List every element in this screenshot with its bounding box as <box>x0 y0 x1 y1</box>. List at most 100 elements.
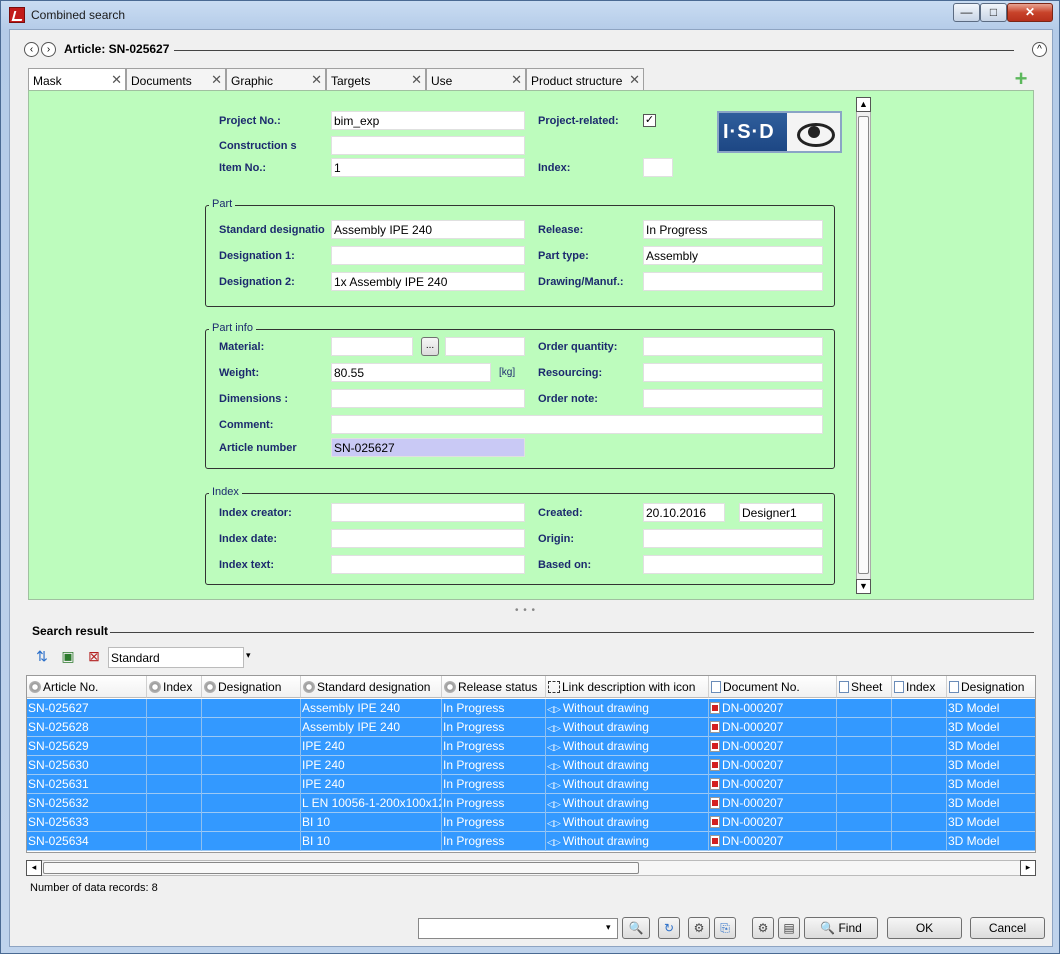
item-no-field[interactable]: 1 <box>331 158 525 177</box>
ok-button[interactable]: OK <box>887 917 962 939</box>
table-row[interactable]: SN-025627 Assembly IPE 240 In Progress ◁▷ Wi… <box>27 699 1035 718</box>
material-browse-button[interactable]: ... <box>421 337 439 356</box>
image-icon[interactable]: ▣ <box>58 647 78 667</box>
tab-graphic[interactable]: Graphic ✕ <box>226 68 326 90</box>
tab-targets[interactable]: Targets ✕ <box>326 68 426 90</box>
find-button[interactable]: 🔍 Find <box>804 917 878 939</box>
splitter-handle[interactable]: • • • <box>515 605 536 616</box>
material2-field[interactable] <box>445 337 525 356</box>
table-cell <box>202 737 301 756</box>
scroll-right-icon[interactable]: ▸ <box>1020 860 1036 876</box>
column-header[interactable]: Article No. <box>27 676 147 698</box>
command-select[interactable] <box>418 918 618 939</box>
created-by-field[interactable]: Designer1 <box>739 503 823 522</box>
column-header[interactable]: Link description with icon <box>546 676 709 698</box>
column-header[interactable]: Designation <box>202 676 301 698</box>
add-tab-icon[interactable]: + <box>1012 68 1030 90</box>
index-date-field[interactable] <box>331 529 525 548</box>
document-icon[interactable]: ▤ <box>778 917 800 939</box>
based-on-field[interactable] <box>643 555 823 574</box>
close-tab-icon[interactable]: ✕ <box>311 72 322 88</box>
drawing-label: Drawing/Manuf.: <box>538 276 624 288</box>
tab-documents[interactable]: Documents ✕ <box>126 68 226 90</box>
column-header[interactable]: Index <box>147 676 202 698</box>
resourcing-field[interactable] <box>643 363 823 382</box>
close-tab-icon[interactable]: ✕ <box>111 72 122 88</box>
close-tab-icon[interactable]: ✕ <box>411 72 422 88</box>
view-select[interactable]: Standard <box>108 647 244 668</box>
table-row[interactable]: SN-025631 IPE 240 In Progress ◁▷ Without dra… <box>27 775 1035 794</box>
tab-product-structure[interactable]: Product structure ✕ <box>526 68 644 90</box>
close-tab-icon[interactable]: ✕ <box>629 72 640 88</box>
designation2-field[interactable]: 1x Assembly IPE 240 <box>331 272 525 291</box>
command-select-arrow-icon[interactable]: ▾ <box>606 922 611 933</box>
grid-horizontal-scrollbar[interactable]: ◂ ▸ <box>26 860 1036 876</box>
weight-field[interactable]: 80.55 <box>331 363 491 382</box>
index-creator-field[interactable] <box>331 503 525 522</box>
index-field[interactable] <box>643 158 673 177</box>
cancel-button[interactable]: Cancel <box>970 917 1045 939</box>
export-icon[interactable]: ⎘ <box>714 917 736 939</box>
cell-text: 3D Model <box>948 720 1000 734</box>
construction-field[interactable] <box>331 136 525 155</box>
cell-text: DN-000207 <box>722 815 784 829</box>
std-designation-label: Standard designatio <box>219 224 325 236</box>
close-window-button[interactable]: ✕ <box>1007 3 1053 22</box>
column-header[interactable]: Standard designation <box>301 676 442 698</box>
refresh-icon[interactable]: ↻ <box>658 917 680 939</box>
column-header[interactable]: Release status <box>442 676 546 698</box>
tab-mask[interactable]: Mask ✕ <box>28 68 126 92</box>
search-options-icon[interactable]: 🔍 <box>622 917 650 939</box>
article-number-field[interactable]: SN-025627 <box>331 438 525 457</box>
designation1-field[interactable] <box>331 246 525 265</box>
mask-scrollbar[interactable]: ▲ ▼ <box>856 97 871 594</box>
part-type-field[interactable]: Assembly <box>643 246 823 265</box>
origin-field[interactable] <box>643 529 823 548</box>
back-icon[interactable]: ‹ <box>24 42 39 57</box>
comment-field[interactable] <box>331 415 823 434</box>
title-bar[interactable]: Combined search — □ ✕ <box>1 1 1059 29</box>
drawing-field[interactable] <box>643 272 823 291</box>
column-header[interactable]: Sheet <box>837 676 892 698</box>
table-row[interactable]: SN-025634 BI 10 In Progress ◁▷ Without drawi… <box>27 832 1035 851</box>
table-row[interactable]: SN-025633 BI 10 In Progress ◁▷ Without drawi… <box>27 813 1035 832</box>
close-tab-icon[interactable]: ✕ <box>211 72 222 88</box>
column-header[interactable]: Document No. <box>709 676 837 698</box>
project-no-field[interactable]: bim_exp <box>331 111 525 130</box>
column-header[interactable]: Index <box>892 676 947 698</box>
table-row[interactable]: SN-025630 IPE 240 In Progress ◁▷ Without dra… <box>27 756 1035 775</box>
close-tab-icon[interactable]: ✕ <box>511 72 522 88</box>
std-designation-field[interactable]: Assembly IPE 240 <box>331 220 525 239</box>
gear-icon[interactable]: ⚙ <box>752 917 774 939</box>
table-row[interactable]: SN-025629 IPE 240 In Progress ◁▷ Without dra… <box>27 737 1035 756</box>
maximize-button[interactable]: □ <box>980 3 1007 22</box>
tab-use[interactable]: Use ✕ <box>426 68 526 90</box>
table-row[interactable]: SN-025628 Assembly IPE 240 In Progress ◁▷ Wi… <box>27 718 1035 737</box>
collapse-icon[interactable]: ^ <box>1032 42 1047 57</box>
table-cell: SN-025634 <box>27 832 147 851</box>
material-field[interactable] <box>331 337 413 356</box>
tab-bar: Mask ✕ Documents ✕ Graphic ✕ Targets ✕ Use ✕ … <box>28 68 1040 92</box>
table-cell: DN-000207 <box>709 718 837 737</box>
scroll-up-icon[interactable]: ▲ <box>856 97 871 112</box>
release-field[interactable]: In Progress <box>643 220 823 239</box>
created-date-field[interactable]: 20.10.2016 <box>643 503 725 522</box>
view-select-arrow-icon[interactable]: ▾ <box>246 650 251 661</box>
scroll-left-icon[interactable]: ◂ <box>26 860 42 876</box>
scroll-thumb[interactable] <box>858 116 869 574</box>
order-note-field[interactable] <box>643 389 823 408</box>
settings-icon[interactable]: ⚙ <box>688 917 710 939</box>
table-row[interactable]: SN-025632 L EN 10056-1-200x100x12 In Progr… <box>27 794 1035 813</box>
refresh-sync-icon[interactable]: ⇅ <box>32 647 52 667</box>
dimensions-field[interactable] <box>331 389 525 408</box>
minimize-button[interactable]: — <box>953 3 980 22</box>
cell-text: SN-025630 <box>28 758 89 772</box>
column-header[interactable]: Designation <box>947 676 1035 698</box>
scroll-down-icon[interactable]: ▼ <box>856 579 871 594</box>
delete-filter-icon[interactable]: ⊠ <box>84 647 104 667</box>
project-related-checkbox[interactable]: ✓ <box>643 114 656 127</box>
index-text-field[interactable] <box>331 555 525 574</box>
order-qty-field[interactable] <box>643 337 823 356</box>
forward-icon[interactable]: › <box>41 42 56 57</box>
scroll-thumb[interactable] <box>43 862 639 874</box>
